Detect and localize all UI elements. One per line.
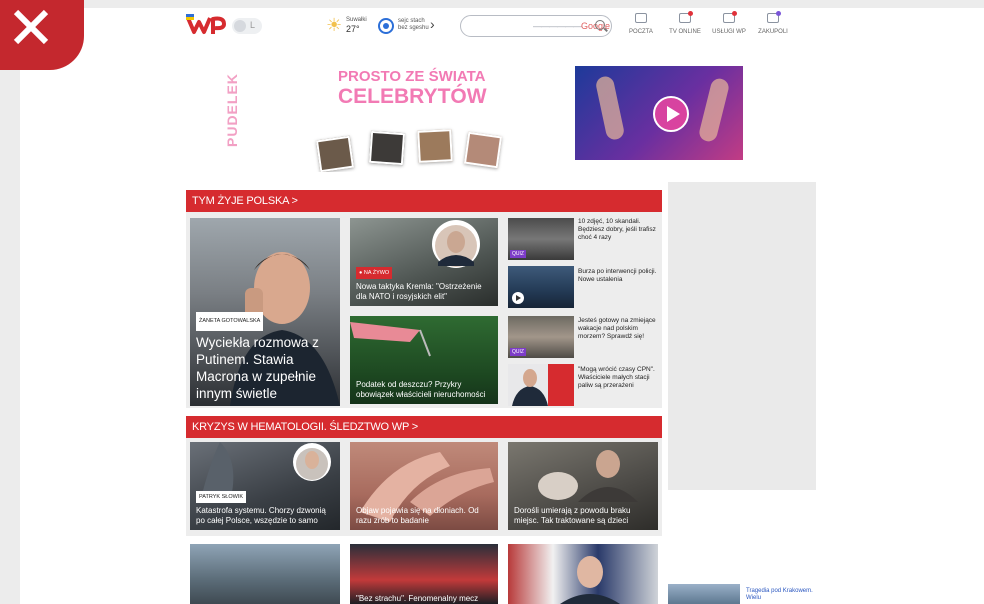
story-thumbnail[interactable]: QUIZ [508,218,574,260]
section-header-kryzys-w-hematologii[interactable]: KRYZYS W HEMATOLOGII. ŚLEDZTWO WP > [186,416,662,438]
story-card[interactable] [190,544,340,604]
story-title[interactable]: 10 zdjęć, 10 skandali. Będziesz dobry, j… [578,218,660,242]
story-title[interactable]: "Mogą wrócić czasy CPN". Właściciele mał… [578,366,660,390]
main-story-card[interactable]: ŻANETA GOTOWALSKA Wyciekła rozmowa z Put… [190,218,340,406]
story-title: Podatek od deszczu? Przykry obowiązek wł… [356,380,486,399]
ad-video[interactable] [575,66,743,160]
author-tag: PATRYK SŁOWIK [196,491,247,503]
story-title: Dorośli umierają z powodu braku miejsc. … [514,506,631,525]
live-badge: ● NA ŻYWO [356,267,393,279]
story-title: "Bez strachu". Fenomenalny mecz [356,594,479,603]
search-icon[interactable] [595,20,605,30]
sun-icon: ☀ [326,15,343,35]
story-thumbnail[interactable]: QUIZ [508,316,574,358]
service-shopping[interactable]: ZAKUPOLI [752,11,794,35]
story-title[interactable]: Jesteś gotowy na zmiejące wakacje nad po… [578,317,660,341]
tv-icon [679,11,693,23]
story-card[interactable] [508,544,658,604]
story-thumbnail[interactable] [508,266,574,308]
air-quality-icon [378,18,394,34]
play-icon [512,292,524,304]
story-title: Nowa taktyka Kremla: "Ostrzeżenie dla NA… [356,282,482,301]
service-wp[interactable]: USŁUGI WP [708,11,750,35]
author-tag: ŻANETA GOTOWALSKA [196,312,264,331]
section-header-tym-zyje-polska[interactable]: TYM ŻYJE POLSKA > [186,190,662,212]
weather-temperature: 27° [346,24,360,34]
story-thumbnail[interactable] [508,364,574,406]
quiz-badge: QUIZ [510,250,526,258]
sidebar-news-thumbnail[interactable] [668,584,740,604]
weather-city: Suwałki [346,17,367,23]
sidebar-ad-slot [668,182,816,490]
ad-brand-text: PUDELEK [224,73,240,147]
story-title[interactable]: Burza po interwencji policji. Nowe ustal… [578,268,660,284]
service-mail[interactable]: POCZTA [620,13,662,35]
close-icon [13,9,49,45]
advertisement-banner[interactable]: PUDELEK PROSTO ZE ŚWIATA CELEBRYTÓW [220,58,760,172]
play-icon[interactable] [653,96,689,132]
story-card[interactable]: PATRYK SŁOWIK Katastrofa systemu. Chorzy… [190,442,340,530]
story-title: Wyciekła rozmowa z Putinem. Stawia Macro… [196,335,319,401]
wp-logo[interactable] [186,14,228,41]
theme-toggle[interactable]: L [232,18,262,34]
services-icon [723,11,737,23]
story-title: Objaw pojawia się na dłoniach. Od razu z… [356,506,479,525]
mail-icon [635,13,647,23]
ad-headline: PROSTO ZE ŚWIATA [338,68,486,85]
ad-headline-large: CELEBRYTÓW [338,85,487,108]
air-quality-text: sejc stach bez sgeshu [398,18,429,31]
story-card[interactable]: ● NA ŻYWO Nowa taktyka Kremla: "Ostrzeże… [350,218,498,306]
story-card[interactable]: "Bez strachu". Fenomenalny mecz [350,544,498,604]
quiz-badge: QUIZ [510,348,526,356]
sidebar-news-title[interactable]: Tragedia pod Krakowem. Wielu [746,588,816,602]
story-card[interactable]: Podatek od deszczu? Przykry obowiązek wł… [350,316,498,404]
service-tv[interactable]: TV ONLINE [664,11,706,35]
story-card[interactable]: Objaw pojawia się na dłoniach. Od razu z… [350,442,498,530]
chevron-right-icon[interactable]: › [430,16,435,32]
close-button[interactable] [0,0,84,70]
shopping-icon [767,11,781,23]
search-input[interactable]: ——————Google [460,15,612,37]
story-title: Katastrofa systemu. Chorzy dzwonią po ca… [196,506,326,525]
story-card[interactable]: Dorośli umierają z powodu braku miejsc. … [508,442,658,530]
